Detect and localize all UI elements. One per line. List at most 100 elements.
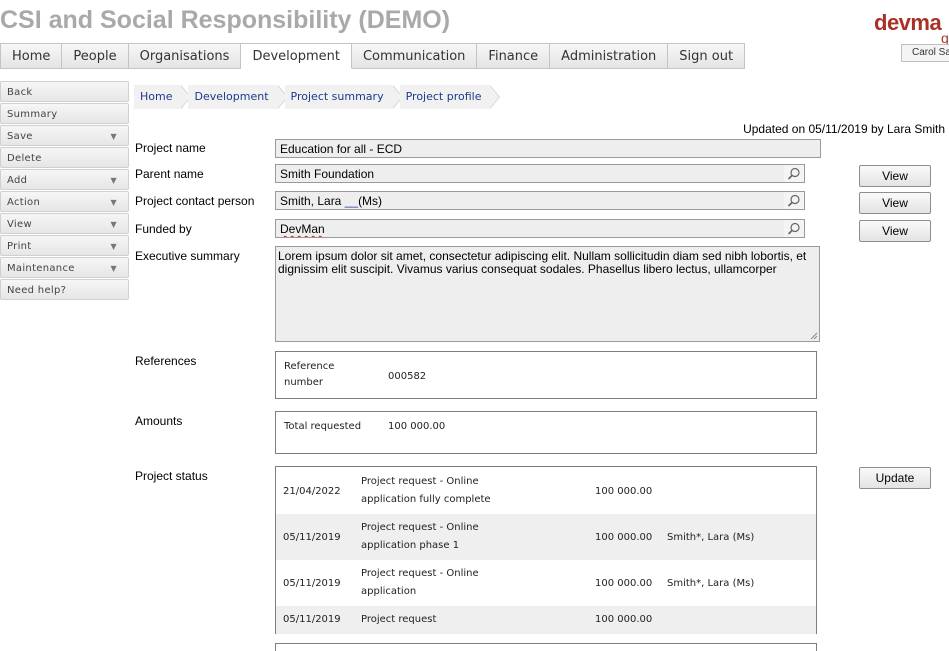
sidebar-delete[interactable]: Delete <box>0 147 129 168</box>
sidebar-label: Summary <box>7 109 58 120</box>
chevron-down-icon: ▼ <box>110 176 117 185</box>
reference-label-line: Reference <box>284 361 335 372</box>
project-name-label: Project name <box>135 141 206 155</box>
reference-number-label: Reference number <box>284 361 334 388</box>
status-amount: 100 000.00 <box>595 578 653 589</box>
status-date: 05/11/2019 <box>283 614 341 625</box>
contact-underscore: __ <box>344 194 359 208</box>
contact-person-field[interactable]: Smith, Lara __(Ms) <box>275 191 785 210</box>
menu-development[interactable]: Development <box>241 43 352 69</box>
contact-title: (Ms) <box>358 194 383 208</box>
sidebar-save[interactable]: Save ▼ <box>0 125 129 146</box>
sidebar-label: Action <box>7 197 41 208</box>
status-description: Project request - Online application full… <box>361 473 501 509</box>
executive-summary-textarea[interactable]: Lorem ipsum dolor sit amet, consectetur … <box>275 246 820 342</box>
funded-by-label: Funded by <box>135 222 192 236</box>
status-date: 05/11/2019 <box>283 578 341 589</box>
sidebar-action[interactable]: Action ▼ <box>0 191 129 212</box>
status-desc-line: application <box>361 586 417 597</box>
executive-summary-label: Executive summary <box>135 249 240 263</box>
status-desc-line: application fully complete <box>361 494 491 505</box>
funder-lookup-button[interactable] <box>784 219 805 238</box>
menu-finance[interactable]: Finance <box>477 43 551 69</box>
status-person: Smith*, Lara (Ms) <box>667 532 755 543</box>
table-row: 05/11/2019 Project request 100 000.00 <box>276 606 816 634</box>
breadcrumb: Home Development Project summary Project… <box>134 85 501 109</box>
status-person: Smith*, Lara (Ms) <box>667 578 755 589</box>
breadcrumb-project-summary[interactable]: Project summary <box>284 85 403 109</box>
search-icon <box>787 194 800 207</box>
menu-home[interactable]: Home <box>0 43 63 69</box>
main-menu: Home People Organisations Development Co… <box>0 43 746 69</box>
status-date: 05/11/2019 <box>283 532 341 543</box>
status-description: Project request - Online application phas… <box>361 519 501 555</box>
sidebar-print[interactable]: Print ▼ <box>0 235 129 256</box>
sidebar-view[interactable]: View ▼ <box>0 213 129 234</box>
executive-summary-line: dignissim elit suscipit. Vivamus varius … <box>278 262 777 276</box>
updated-info: Updated on 05/11/2019 by Lara Smith <box>743 122 945 136</box>
sidebar-label: Add <box>7 175 28 186</box>
amounts-label: Amounts <box>135 414 183 428</box>
sidebar-maintenance[interactable]: Maintenance ▼ <box>0 257 129 278</box>
search-icon <box>787 222 800 235</box>
sidebar-label: Save <box>7 131 33 142</box>
funded-by-field[interactable]: DevMan <box>275 219 785 238</box>
sidebar-label: View <box>7 219 32 230</box>
chevron-down-icon: ▼ <box>110 198 117 207</box>
amounts-box: Total requested 100 000.00 <box>275 411 817 454</box>
menu-people[interactable]: People <box>62 43 129 69</box>
sidebar-need-help[interactable]: Need help? <box>0 279 129 300</box>
view-contact-button[interactable]: View <box>859 192 931 214</box>
table-row: 21/04/2022 Project request - Online appli… <box>276 467 816 514</box>
sidebar: Back Summary Save ▼ Delete Add ▼ Action ▼ V… <box>0 81 129 301</box>
breadcrumb-development[interactable]: Development <box>188 85 288 109</box>
contact-name: Smith, Lara <box>280 194 345 208</box>
status-desc-line: Project request - Online <box>361 476 479 487</box>
view-funder-button[interactable]: View <box>859 220 931 242</box>
user-menu[interactable]: Carol Sau <box>901 44 949 62</box>
breadcrumb-home[interactable]: Home <box>134 85 193 109</box>
chevron-down-icon: ▼ <box>110 242 117 251</box>
funded-by-value: DevMan <box>280 222 325 236</box>
reference-label-line: number <box>284 377 324 388</box>
total-requested-label: Total requested <box>284 421 362 432</box>
contact-person-label: Project contact person <box>135 194 255 208</box>
references-box: Reference number 000582 <box>275 351 817 399</box>
status-amount: 100 000.00 <box>595 486 653 497</box>
sidebar-back[interactable]: Back <box>0 81 129 102</box>
project-status-table: 21/04/2022 Project request - Online appli… <box>275 466 817 634</box>
status-description: Project request <box>361 614 437 625</box>
status-desc-line: Project request - Online <box>361 568 479 579</box>
breadcrumb-project-profile[interactable]: Project profile <box>399 85 501 109</box>
reference-number-value: 000582 <box>388 371 427 382</box>
view-parent-button[interactable]: View <box>859 165 931 187</box>
sidebar-add[interactable]: Add ▼ <box>0 169 129 190</box>
resize-handle-icon[interactable] <box>810 332 818 340</box>
chevron-down-icon: ▼ <box>110 132 117 141</box>
contact-lookup-button[interactable] <box>784 191 805 210</box>
next-section-box <box>275 643 817 651</box>
update-status-button[interactable]: Update <box>859 467 931 489</box>
status-amount: 100 000.00 <box>595 614 653 625</box>
table-row: 05/11/2019 Project request - Online appli… <box>276 560 816 606</box>
references-label: References <box>135 354 197 368</box>
menu-communication[interactable]: Communication <box>351 43 478 69</box>
sidebar-label: Back <box>7 87 33 98</box>
parent-name-field[interactable]: Smith Foundation <box>275 164 785 183</box>
status-amount: 100 000.00 <box>595 532 653 543</box>
status-desc-line: Project request - Online <box>361 522 479 533</box>
brand-logo: devma <box>874 10 942 35</box>
total-requested-value: 100 000.00 <box>388 421 446 432</box>
parent-lookup-button[interactable] <box>784 164 805 183</box>
status-desc-line: application phase 1 <box>361 540 460 551</box>
sidebar-summary[interactable]: Summary <box>0 103 129 124</box>
menu-organisations[interactable]: Organisations <box>128 43 242 69</box>
chevron-down-icon: ▼ <box>110 220 117 229</box>
sidebar-label: Need help? <box>7 285 67 296</box>
menu-administration[interactable]: Administration <box>550 43 669 69</box>
project-name-field[interactable]: Education for all - ECD <box>275 139 821 158</box>
search-icon <box>787 167 800 180</box>
sidebar-label: Maintenance <box>7 263 75 274</box>
menu-sign-out[interactable]: Sign out <box>668 43 746 69</box>
status-date: 21/04/2022 <box>283 486 341 497</box>
